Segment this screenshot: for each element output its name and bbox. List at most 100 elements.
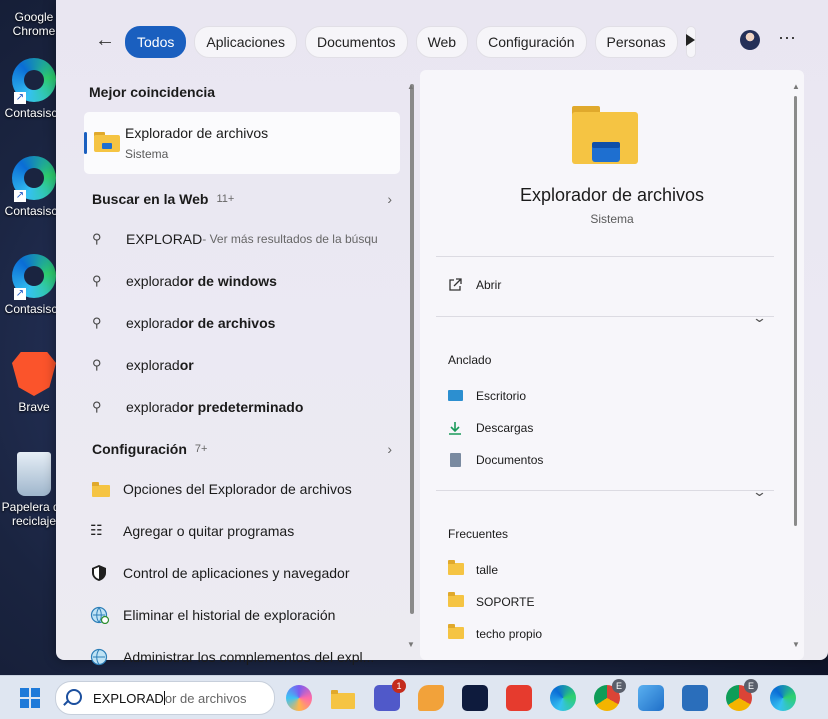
search-typed-text: EXPLORAD	[93, 691, 164, 706]
chrome-profile-icon[interactable]: E	[726, 679, 758, 711]
best-match-title: Explorador de archivos	[125, 125, 269, 141]
settings-item-label: Agregar o quitar programas	[123, 523, 295, 539]
frequent-item-label: techo propio	[476, 627, 543, 641]
web-suggestion-row[interactable]: ⚲ explorad or predeterminado	[92, 396, 392, 418]
notification-badge: 1	[392, 679, 406, 693]
suggestion-bold: or de windows	[179, 273, 277, 289]
selection-indicator	[84, 132, 87, 154]
web-suggestion-row[interactable]: ⚲ explorad or de archivos	[92, 312, 392, 334]
pinned-item-descargas[interactable]: Descargas	[448, 421, 533, 435]
settings-item-label: Opciones del Explorador de archivos	[123, 481, 352, 497]
settings-item[interactable]: Administrar los complementos del expl...	[90, 646, 390, 668]
filter-tabs: Todos Aplicaciones Documentos Web Config…	[125, 26, 696, 58]
chevron-right-icon: ›	[387, 441, 392, 457]
best-match-card[interactable]: Explorador de archivos Sistema	[84, 112, 400, 174]
photos-icon[interactable]	[638, 685, 664, 711]
teams-icon[interactable]: 1	[374, 679, 406, 711]
copilot-icon[interactable]	[286, 685, 312, 711]
web-section-header[interactable]: Buscar en la Web 11+ ›	[92, 188, 392, 210]
brave-icon	[12, 352, 56, 396]
settings-item[interactable]: ☷ Agregar o quitar programas	[90, 520, 390, 542]
pinned-item-label: Escritorio	[476, 389, 527, 403]
pinned-item-label: Descargas	[476, 421, 534, 435]
settings-item[interactable]: Eliminar el historial de exploración	[90, 604, 390, 626]
search-icon: ⚲	[92, 231, 102, 246]
divider	[436, 490, 774, 491]
folder-icon	[448, 624, 464, 641]
tab-documentos[interactable]: Documentos	[304, 26, 408, 58]
pinned-item-documentos[interactable]: Documentos	[448, 453, 543, 467]
taskbar-search-input[interactable]: EXPLORADor de archivos	[55, 681, 275, 715]
edge-icon[interactable]	[550, 685, 576, 711]
tab-configuracion[interactable]: Configuración	[476, 26, 587, 58]
web-suggestion-row[interactable]: ⚲ explorad or	[92, 354, 392, 376]
edge-dev-icon[interactable]	[770, 685, 796, 711]
desktop-icon	[448, 389, 464, 403]
settings-section-header[interactable]: Configuración 7+ ›	[92, 438, 392, 460]
tab-web[interactable]: Web	[415, 26, 469, 58]
more-options-icon[interactable]: ⋯	[778, 28, 797, 49]
preview-scrollbar[interactable]	[794, 96, 797, 526]
windows-start-icon[interactable]	[20, 688, 40, 708]
settings-item-label: Administrar los complementos del expl...	[123, 649, 375, 665]
settings-item-label: Control de aplicaciones y navegador	[123, 565, 350, 581]
web-suggestion-row[interactable]: ⚲ explorad or de windows	[92, 270, 392, 292]
open-external-icon	[448, 278, 464, 292]
web-heading: Buscar en la Web	[92, 191, 209, 207]
suggestion-bold: or predeterminado	[179, 399, 304, 415]
apps-list-icon: ☷	[90, 522, 103, 538]
contasiscc-icon: ↗	[12, 58, 56, 104]
frequent-item[interactable]: talle	[448, 560, 499, 577]
tab-personas[interactable]: Personas	[594, 26, 678, 58]
search-autocomplete-text: or de archivos	[164, 691, 247, 706]
play-icon[interactable]	[686, 34, 695, 46]
anydesk-icon[interactable]	[506, 685, 532, 711]
search-icon: ⚲	[92, 399, 102, 414]
settings-heading: Configuración	[92, 441, 187, 457]
search-icon	[66, 689, 82, 705]
avatar[interactable]	[740, 30, 760, 50]
tab-aplicaciones[interactable]: Aplicaciones	[194, 26, 297, 58]
suggestion-prefix: explorad	[126, 357, 180, 373]
expand-chevron-icon[interactable]: ⌄	[752, 310, 767, 326]
folder-options-icon	[90, 480, 112, 498]
teamviewer-icon[interactable]	[462, 685, 488, 711]
folder-icon	[448, 592, 464, 609]
scroll-up-arrow[interactable]: ▲	[407, 82, 415, 91]
settings-item[interactable]: Control de aplicaciones y navegador	[90, 562, 390, 584]
open-action[interactable]: Abrir	[448, 278, 501, 292]
s-app-icon[interactable]	[682, 685, 708, 711]
preview-title: Explorador de archivos	[519, 185, 705, 205]
frequent-item[interactable]: SOPORTE	[448, 592, 534, 609]
tab-todos[interactable]: Todos	[125, 26, 187, 58]
chrome-icon[interactable]: E	[594, 679, 626, 711]
search-icon: ⚲	[92, 315, 102, 330]
settings-item[interactable]: Opciones del Explorador de archivos	[90, 478, 390, 500]
suggestion-prefix: explorad	[126, 315, 180, 331]
pinned-item-escritorio[interactable]: Escritorio	[448, 389, 526, 403]
scroll-up-arrow[interactable]: ▲	[792, 82, 800, 91]
results-scrollbar[interactable]	[410, 84, 414, 614]
addons-globe-icon	[90, 648, 112, 666]
search-icon: ⚲	[92, 273, 102, 288]
folder-icon	[448, 560, 464, 577]
web-result-row[interactable]: ⚲ EXPLORAD - Ver más resultados de la bú…	[92, 228, 392, 250]
expand-chevron-icon[interactable]: ⌄	[752, 484, 767, 500]
frequent-item-label: talle	[476, 563, 499, 577]
open-label: Abrir	[476, 278, 502, 292]
file-explorer-taskbar-icon[interactable]	[330, 685, 356, 711]
preview-subtitle: Sistema	[590, 212, 634, 226]
pinned-heading: Anclado	[448, 353, 492, 367]
suggestion-bold: or de archivos	[179, 315, 276, 331]
scroll-down-arrow[interactable]: ▼	[407, 640, 415, 649]
chevron-right-icon: ›	[387, 191, 392, 207]
frequent-item[interactable]: techo propio	[448, 624, 543, 641]
taskbar: EXPLORADor de archivos 1 E E	[0, 675, 828, 719]
divider	[436, 316, 774, 317]
file-explorer-icon	[94, 132, 120, 152]
bird-app-icon[interactable]	[418, 685, 444, 711]
scroll-down-arrow[interactable]: ▼	[792, 640, 800, 649]
back-arrow-icon[interactable]: ←	[92, 28, 118, 54]
download-icon	[448, 421, 464, 435]
suggestion-prefix: explorad	[126, 273, 180, 289]
